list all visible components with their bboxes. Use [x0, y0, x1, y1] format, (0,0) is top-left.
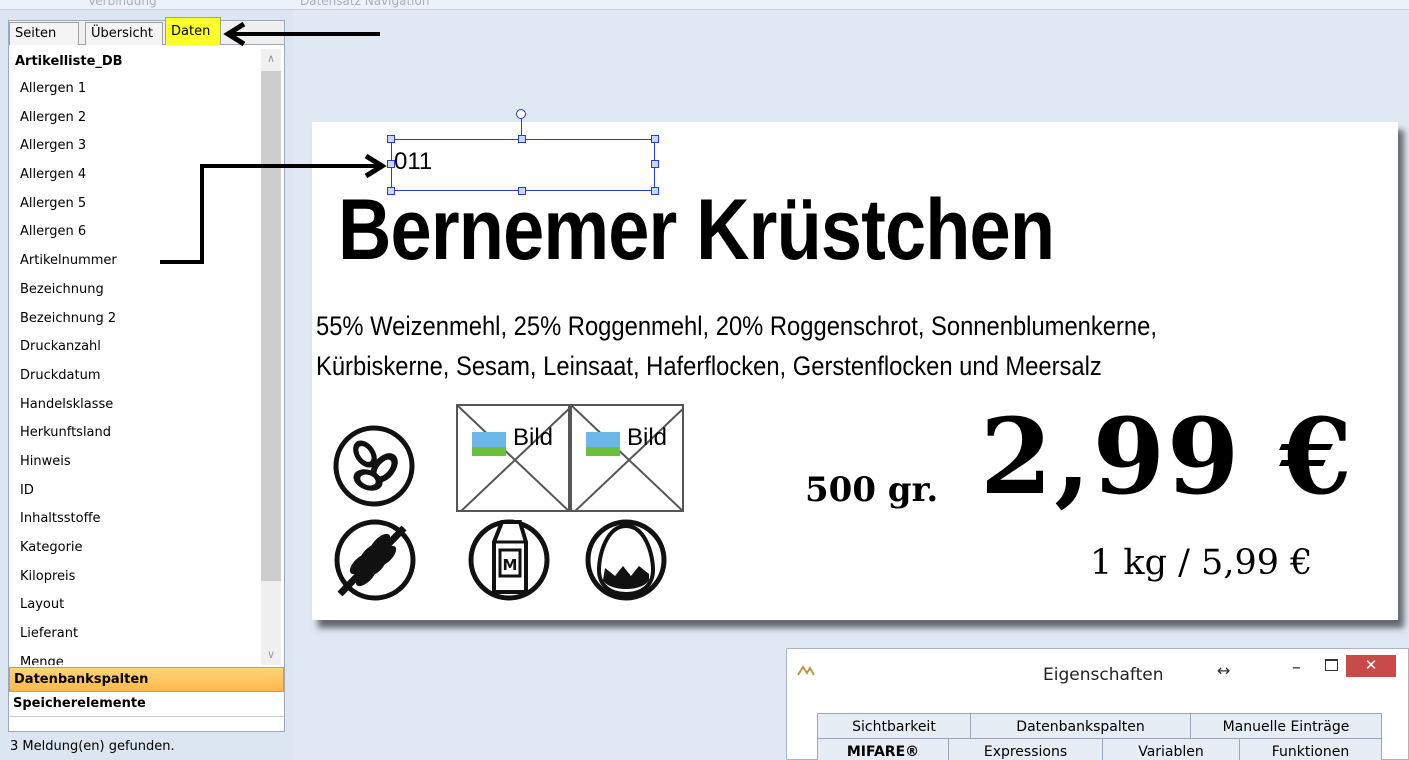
placeholder-text: Bild — [627, 424, 668, 451]
field-item[interactable]: Lieferant — [9, 620, 259, 649]
field-item[interactable]: Kilopreis — [9, 563, 259, 592]
field-item[interactable]: Herkunftsland — [9, 419, 259, 448]
tab-daten[interactable]: Daten — [165, 17, 221, 45]
egg-icon[interactable] — [583, 512, 669, 604]
field-item[interactable]: Inhaltsstoffe — [9, 505, 259, 534]
field-item[interactable]: Allergen 1 — [9, 75, 259, 104]
gluten-icon[interactable] — [330, 514, 416, 604]
field-item[interactable]: Druckdatum — [9, 362, 259, 391]
tab-seiten[interactable]: Seiten — [9, 22, 79, 45]
close-button[interactable]: ✕ — [1346, 655, 1396, 677]
resize-icon[interactable]: ↔ — [1217, 661, 1230, 680]
resize-handle[interactable] — [651, 135, 659, 143]
seeds-icon[interactable] — [332, 424, 416, 508]
properties-title: Eigenschaften — [1043, 665, 1164, 685]
placeholder-cross-icon — [458, 406, 568, 510]
weight-text[interactable]: 500 gr. — [805, 470, 938, 510]
field-item[interactable]: Layout — [9, 591, 259, 620]
maximize-icon[interactable] — [1325, 659, 1338, 671]
database-title[interactable]: Artikelliste_DB — [9, 49, 259, 75]
resize-handle[interactable] — [518, 135, 526, 143]
field-item[interactable]: Handelsklasse — [9, 391, 259, 420]
ingredients-line-2[interactable]: Kürbiskerne, Sesam, Leinsaat, Haferflock… — [316, 351, 1102, 382]
placeholder-text: Bild — [513, 424, 554, 451]
field-item[interactable]: Menge — [9, 649, 259, 665]
milk-icon[interactable]: M — [466, 512, 552, 604]
arrow-to-article-number-icon — [160, 153, 387, 264]
field-item[interactable]: ID — [9, 477, 259, 506]
scroll-down-icon[interactable]: ∨ — [261, 645, 281, 665]
field-list: Artikelliste_DB Allergen 1 Allergen 2 Alle… — [9, 49, 259, 665]
kilo-price-text[interactable]: 1 kg / 5,99 € — [1090, 543, 1312, 583]
tab-variablen[interactable]: Variablen — [1102, 738, 1240, 760]
list-scrollbar[interactable]: ∧ ∨ — [261, 49, 281, 665]
field-item[interactable]: Hinweis — [9, 448, 259, 477]
tab-datenbankspalten[interactable]: Datenbankspalten — [970, 713, 1191, 739]
ribbon-strip: Verbindung Datensatz Navigation — [0, 0, 1409, 10]
scroll-up-icon[interactable]: ∧ — [261, 49, 281, 69]
section-datenbankspalten[interactable]: Datenbankspalten — [9, 667, 284, 692]
properties-dialog[interactable]: Eigenschaften ↔ – ✕ Sichtbarkeit Datenba… — [786, 648, 1409, 760]
data-panel: Seiten Übersicht Daten Artikelliste_DB A… — [8, 17, 285, 732]
resize-handle[interactable] — [387, 135, 395, 143]
svg-text:M: M — [503, 556, 518, 574]
field-item[interactable]: Allergen 2 — [9, 104, 259, 133]
placeholder-cross-icon — [572, 406, 682, 510]
properties-titlebar[interactable]: Eigenschaften ↔ – ✕ — [787, 649, 1408, 701]
tab-manuelle-eintraege[interactable]: Manuelle Einträge — [1190, 713, 1382, 739]
field-item[interactable]: Bezeichnung — [9, 276, 259, 305]
ingredients-line-1[interactable]: 55% Weizenmehl, 25% Roggenmehl, 20% Rogg… — [316, 311, 1157, 342]
section-bar: Datenbankspalten Speicherelemente — [9, 667, 284, 717]
ribbon-label: Datensatz Navigation — [300, 0, 430, 8]
tab-expressions[interactable]: Expressions — [948, 738, 1103, 760]
image-placeholder[interactable]: Bild — [570, 404, 684, 512]
product-name[interactable]: Bernemer Krüstchen — [338, 180, 1055, 280]
price-text[interactable]: 2,99 € — [980, 395, 1354, 518]
resize-handle[interactable] — [651, 160, 659, 168]
field-item[interactable]: Bezeichnung 2 — [9, 305, 259, 334]
app-logo-icon — [797, 665, 815, 676]
image-placeholder[interactable]: Bild — [456, 404, 570, 512]
tab-mifare[interactable]: MIFARE® — [817, 738, 949, 760]
section-speicherelemente[interactable]: Speicherelemente — [9, 692, 284, 717]
scroll-thumb[interactable] — [261, 71, 281, 581]
minimize-icon[interactable]: – — [1292, 657, 1301, 678]
ribbon-label: Verbindung — [88, 0, 157, 8]
tab-funktionen[interactable]: Funktionen — [1239, 738, 1382, 760]
field-item[interactable]: Druckanzahl — [9, 333, 259, 362]
tab-sichtbarkeit[interactable]: Sichtbarkeit — [817, 713, 971, 739]
arrow-to-daten-tab-icon — [223, 21, 380, 47]
rotation-handle[interactable] — [516, 109, 526, 119]
tab-uebersicht[interactable]: Übersicht — [85, 22, 163, 45]
field-item[interactable]: Kategorie — [9, 534, 259, 563]
